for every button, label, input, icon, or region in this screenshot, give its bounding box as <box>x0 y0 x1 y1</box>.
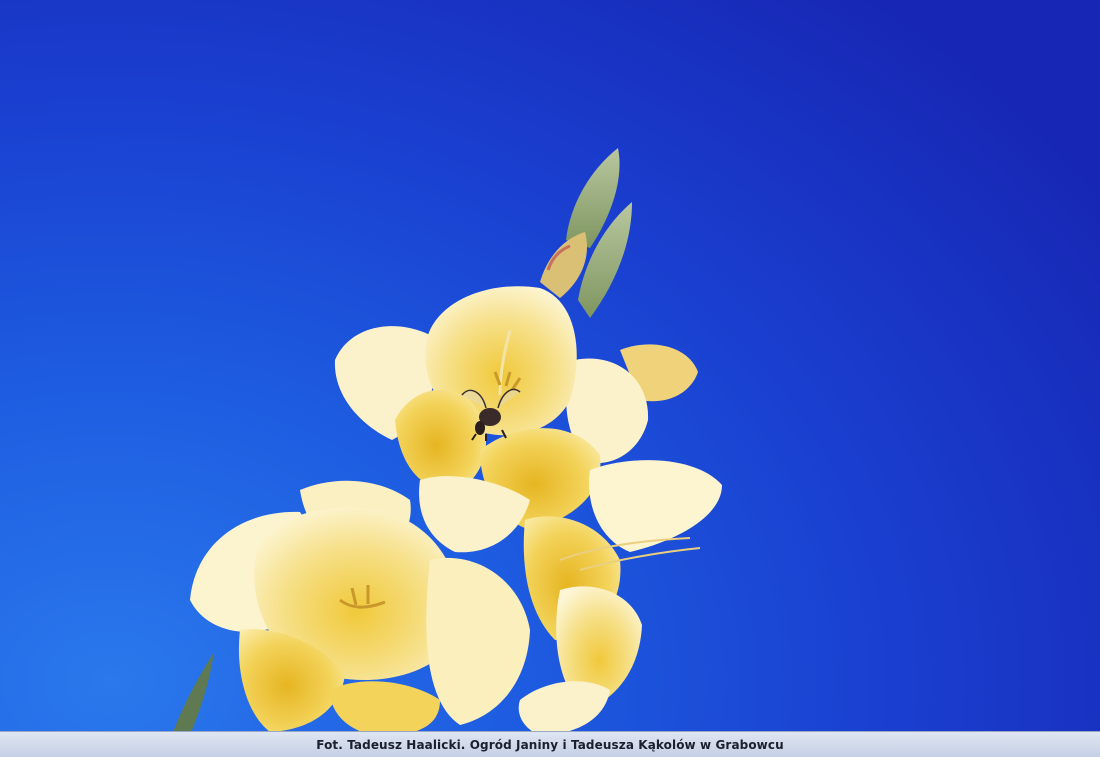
caption-bar: Fot. Tadeusz Haalicki. Ogród Janiny i Ta… <box>0 731 1100 757</box>
leaf-shape <box>172 652 214 735</box>
gladiolus-illustration <box>172 148 722 737</box>
flower-buds <box>540 148 632 318</box>
photo: Fot. Tadeusz Haalicki. Ogród Janiny i Ta… <box>0 0 1100 757</box>
photo-caption: Fot. Tadeusz Haalicki. Ogród Janiny i Ta… <box>316 738 784 752</box>
